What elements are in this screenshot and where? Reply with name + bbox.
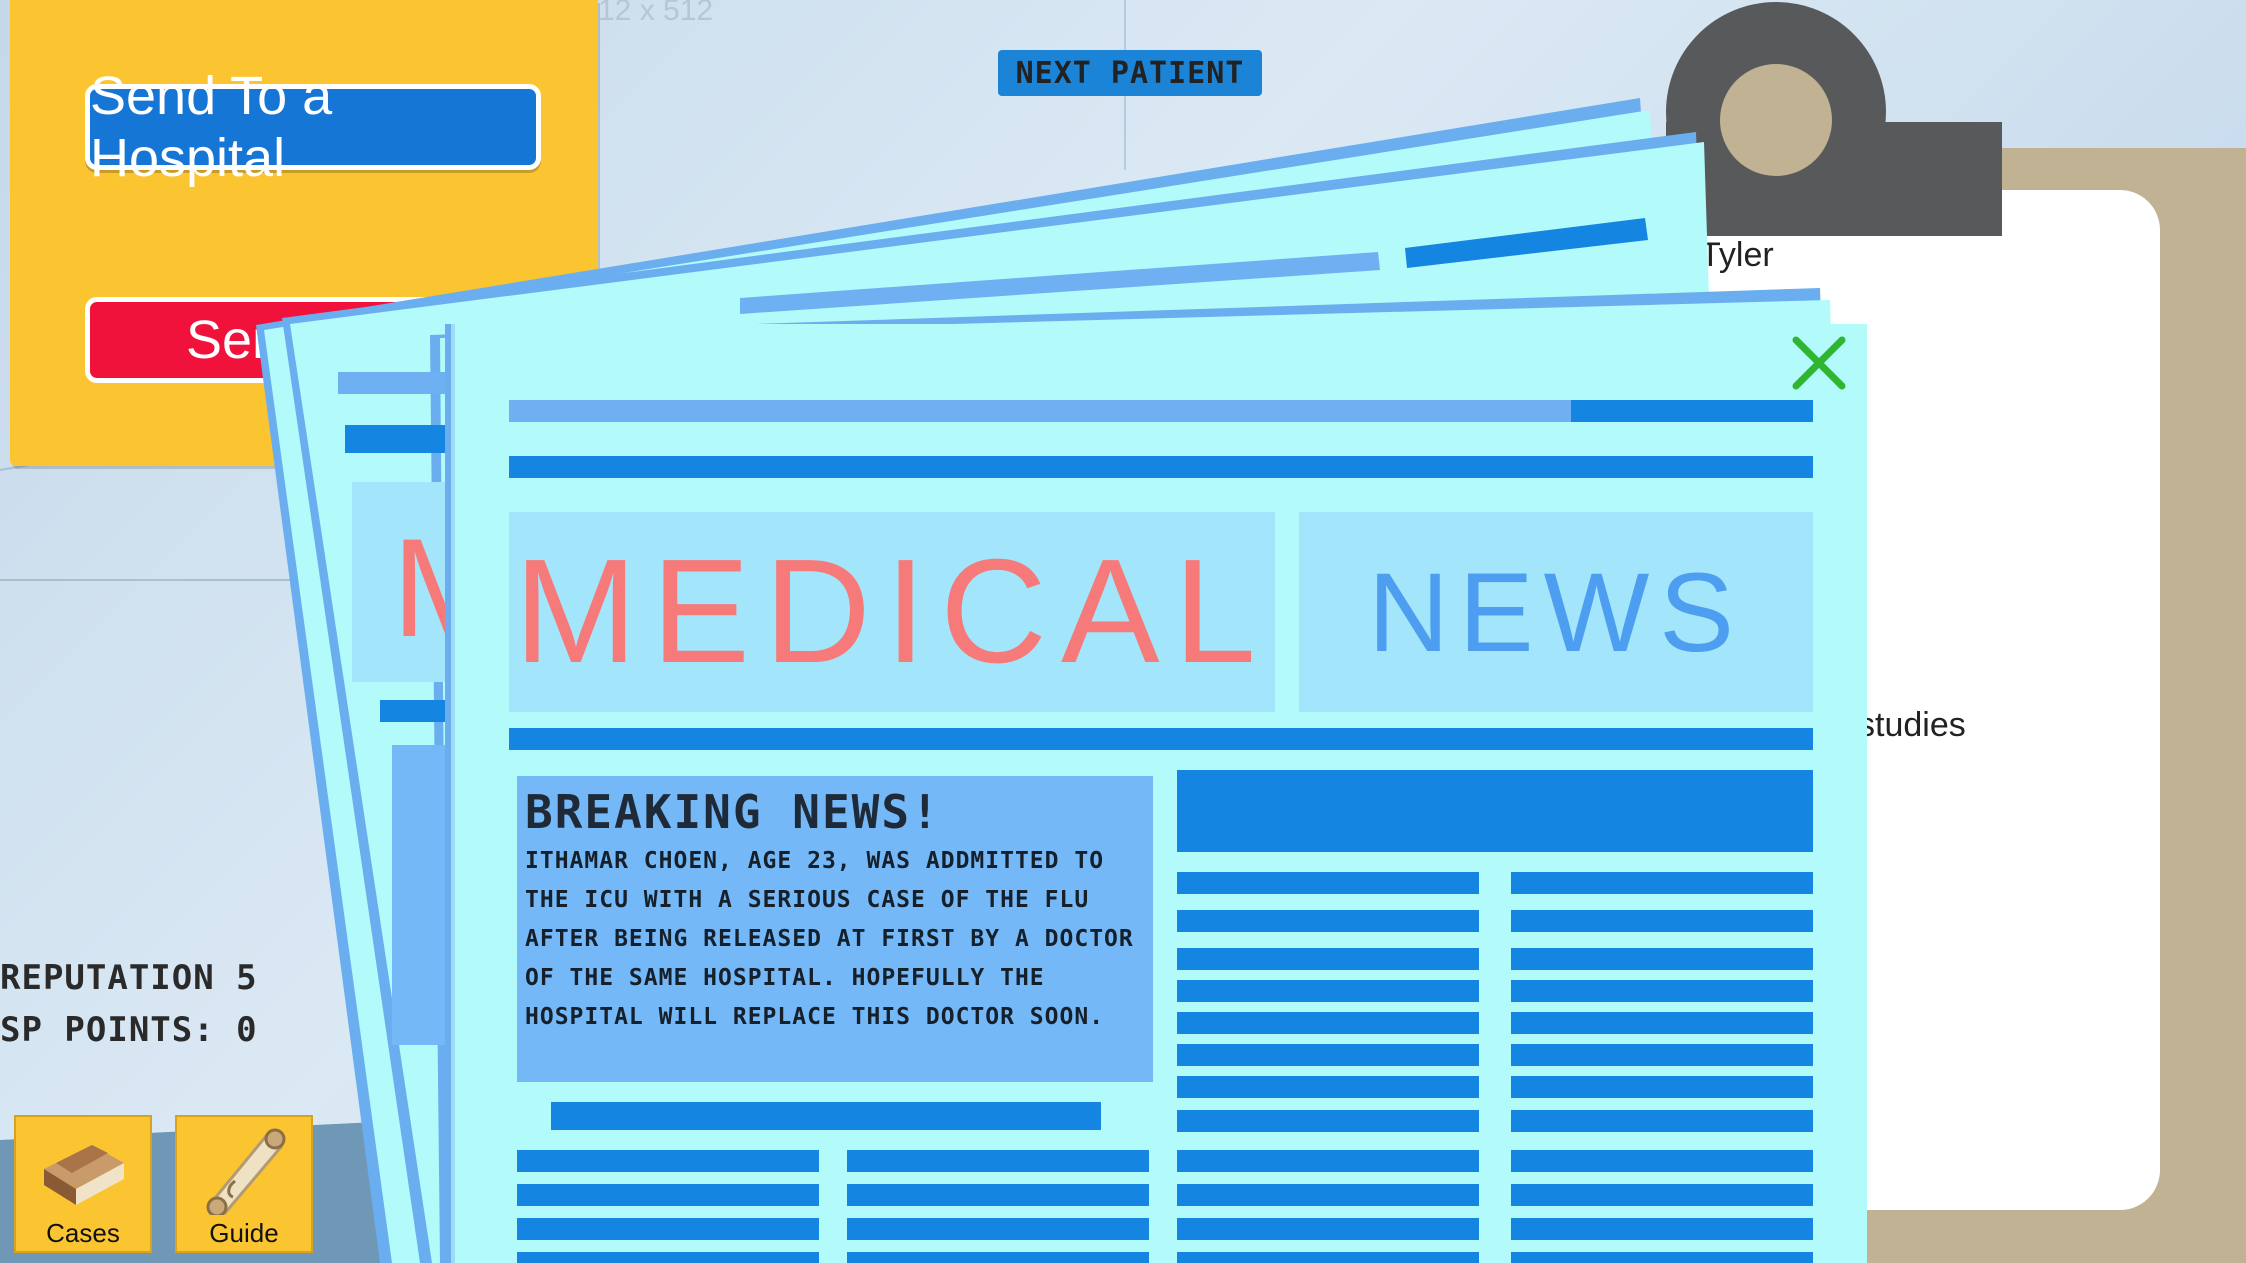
filler-bar: [1177, 1252, 1479, 1263]
masthead-news: NEWS: [1299, 512, 1813, 712]
filler-bar: [847, 1218, 1149, 1240]
filler-bar: [1177, 872, 1479, 894]
masthead-rule: [509, 400, 1597, 422]
breaking-story: Ithamar Choen, age 23, was addmitted to …: [525, 848, 1134, 1030]
filler-bar: [517, 1252, 819, 1263]
filler-bar: [551, 1102, 1101, 1130]
masthead-rule: [509, 456, 1813, 478]
filler-bar: [1511, 910, 1813, 932]
divider-rule: [509, 728, 1813, 750]
filler-bar: [1177, 1012, 1479, 1034]
filler-bar: [1177, 1044, 1479, 1066]
masthead-rule: [1571, 400, 1813, 422]
newspaper-front-page: MEDICAL NEWS BREAKING NEWS! Ithamar Choe…: [455, 324, 1867, 1263]
filler-bar: [1177, 1184, 1479, 1206]
filler-bar: [1177, 948, 1479, 970]
filler-bar: [1511, 1076, 1813, 1098]
filler-bar: [1177, 980, 1479, 1002]
breaking-headline: BREAKING NEWS!: [525, 785, 941, 839]
filler-bar: [1511, 948, 1813, 970]
filler-bar: [1177, 1150, 1479, 1172]
filler-bar: [1511, 1252, 1813, 1263]
filler-bar: [1177, 1076, 1479, 1098]
filler-bar: [1511, 1044, 1813, 1066]
filler-bar: [517, 1184, 819, 1206]
filler-bar: [1511, 1110, 1813, 1132]
image-placeholder: [1177, 770, 1813, 852]
filler-bar: [1511, 1012, 1813, 1034]
filler-bar: [1177, 1218, 1479, 1240]
filler-bar: [847, 1252, 1149, 1263]
filler-bar: [847, 1184, 1149, 1206]
filler-bar: [847, 1150, 1149, 1172]
breaking-news-article: BREAKING NEWS! Ithamar Choen, age 23, wa…: [517, 776, 1153, 1082]
filler-bar: [517, 1150, 819, 1172]
close-icon[interactable]: [1790, 334, 1848, 392]
filler-bar: [1511, 1150, 1813, 1172]
filler-bar: [517, 1218, 819, 1240]
filler-bar: [1177, 1110, 1479, 1132]
masthead-medical: MEDICAL: [509, 512, 1275, 712]
filler-bar: [1177, 910, 1479, 932]
filler-bar: [1511, 872, 1813, 894]
filler-bar: [1511, 980, 1813, 1002]
filler-bar: [1511, 1184, 1813, 1206]
filler-bar: [1511, 1218, 1813, 1240]
